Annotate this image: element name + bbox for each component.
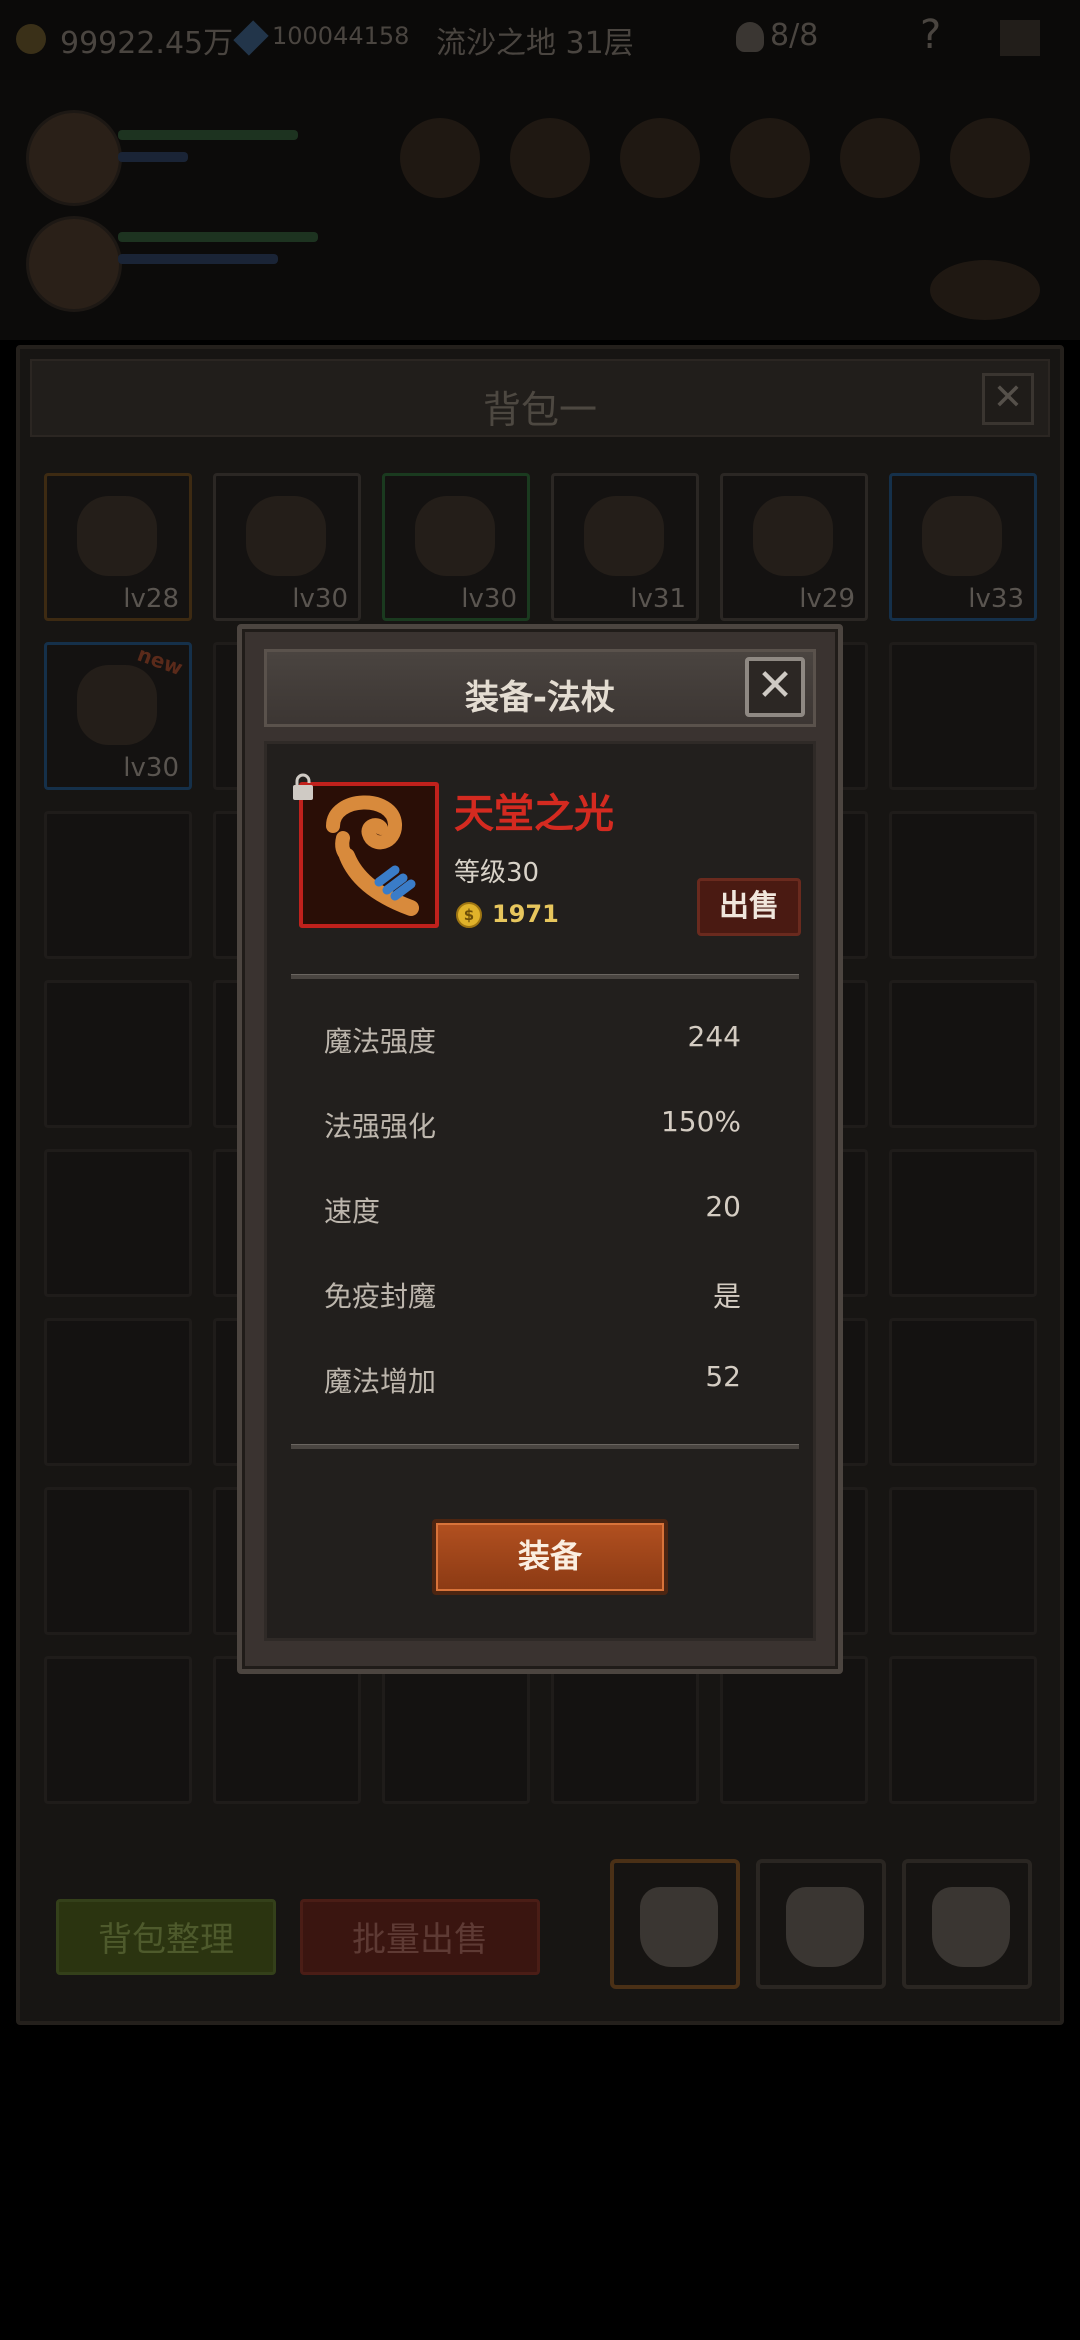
bag-title: 背包一 [482, 388, 597, 432]
bag-pouch-icon [640, 1887, 718, 1967]
team-member-icon[interactable] [840, 118, 920, 198]
hero-strip [0, 80, 1080, 340]
inventory-slot[interactable]: lv28 [44, 473, 192, 621]
bag-tab-3[interactable] [902, 1859, 1032, 1989]
monster-icon [930, 260, 1040, 320]
sort-bag-button[interactable]: 背包整理 [56, 1899, 276, 1975]
item-image [299, 782, 439, 928]
inventory-slot[interactable]: lv30 [382, 473, 530, 621]
inventory-slot[interactable] [720, 1656, 868, 1804]
inventory-slot[interactable] [44, 1487, 192, 1635]
top-bar: 99922.45万 100044158 流沙之地 31层 8/8 ? [0, 0, 1080, 80]
stat-label: 魔法强度 [324, 1025, 437, 1058]
stat-value: 是 [712, 1280, 741, 1313]
inventory-slot[interactable] [889, 642, 1037, 790]
item-level-label: lv31 [630, 584, 686, 614]
team-member-icon[interactable] [620, 118, 700, 198]
inventory-slot[interactable] [44, 980, 192, 1128]
team-member-icon[interactable] [510, 118, 590, 198]
gold-coin-icon [16, 24, 46, 54]
bag-tab-1[interactable] [610, 1859, 740, 1989]
bag-pouch-icon [786, 1887, 864, 1967]
lock-icon[interactable] [291, 772, 315, 802]
item-icon [77, 665, 157, 745]
hero-portrait[interactable] [26, 216, 122, 312]
gem-icon [233, 20, 269, 56]
item-level: 等级30 [454, 858, 540, 888]
inventory-slot[interactable] [889, 1487, 1037, 1635]
help-button[interactable]: ? [920, 12, 941, 58]
bag-pouch-icon [932, 1887, 1010, 1967]
item-level-label: lv33 [968, 584, 1024, 614]
stat-label: 法强强化 [324, 1110, 437, 1143]
hero-portrait[interactable] [26, 110, 122, 206]
equipment-modal: 装备-法杖 ✕ 天堂之光 等级30 $ 1971 出售 魔法强度 244 法强强化 1… [237, 624, 843, 1674]
divider [291, 1444, 799, 1449]
stat-value: 20 [705, 1190, 741, 1223]
item-level-label: lv30 [123, 753, 179, 783]
divider [291, 974, 799, 979]
modal-header: 装备-法杖 ✕ [264, 649, 816, 727]
skull-count: 8/8 [770, 18, 819, 53]
inventory-slot[interactable] [382, 1656, 530, 1804]
stat-label: 速度 [324, 1195, 381, 1228]
inventory-slot[interactable] [889, 1318, 1037, 1466]
inventory-slot[interactable] [213, 1656, 361, 1804]
item-level-label: lv29 [799, 584, 855, 614]
gift-icon[interactable] [1000, 20, 1040, 56]
item-icon [77, 496, 157, 576]
modal-title: 装备-法杖 [464, 678, 616, 718]
gold-coin-icon: $ [456, 902, 482, 928]
skull-icon [736, 22, 764, 52]
equip-button[interactable]: 装备 [432, 1519, 668, 1595]
inventory-slot[interactable]: lv31 [551, 473, 699, 621]
inventory-slot[interactable] [551, 1656, 699, 1804]
modal-body: 天堂之光 等级30 $ 1971 出售 魔法强度 244 法强强化 150% 速度 20 免… [264, 741, 816, 1641]
bag-tab-2[interactable] [756, 1859, 886, 1989]
inventory-slot[interactable] [889, 1149, 1037, 1297]
item-level-label: lv30 [292, 584, 348, 614]
hero-mana-bar [118, 254, 278, 264]
inventory-slot[interactable]: lv30 new [44, 642, 192, 790]
stat-value: 52 [705, 1360, 741, 1393]
item-level-label: lv30 [461, 584, 517, 614]
team-member-icon[interactable] [400, 118, 480, 198]
gold-amount: 99922.45万 [60, 26, 234, 61]
hero-mana-bar [118, 152, 188, 162]
hero-health-bar [118, 232, 318, 242]
inventory-slot[interactable] [44, 811, 192, 959]
floor-label: 流沙之地 31层 [436, 26, 634, 61]
inventory-slot[interactable] [889, 1656, 1037, 1804]
team-member-icon[interactable] [950, 118, 1030, 198]
bulk-sell-button[interactable]: 批量出售 [300, 1899, 540, 1975]
inventory-slot[interactable]: lv33 [889, 473, 1037, 621]
stat-value: 244 [687, 1020, 741, 1053]
item-level-label: lv28 [123, 584, 179, 614]
inventory-slot[interactable]: lv30 [213, 473, 361, 621]
item-icon [922, 496, 1002, 576]
item-icon [246, 496, 326, 576]
stat-label: 魔法增加 [324, 1365, 437, 1398]
item-price: 1971 [492, 900, 559, 928]
item-icon [415, 496, 495, 576]
bag-header: 背包一 ✕ [30, 359, 1050, 437]
gem-amount: 100044158 [272, 22, 410, 50]
stat-value: 150% [660, 1105, 741, 1138]
sell-button[interactable]: 出售 [697, 878, 801, 936]
staff-icon [303, 786, 435, 924]
inventory-slot[interactable] [44, 1318, 192, 1466]
inventory-slot[interactable] [889, 811, 1037, 959]
item-icon [584, 496, 664, 576]
modal-close-button[interactable]: ✕ [745, 657, 805, 717]
team-member-icon[interactable] [730, 118, 810, 198]
item-icon [753, 496, 833, 576]
stat-label: 免疫封魔 [324, 1280, 437, 1313]
hero-health-bar [118, 130, 298, 140]
bag-close-button[interactable]: ✕ [982, 373, 1034, 425]
inventory-slot[interactable] [44, 1656, 192, 1804]
inventory-slot[interactable] [889, 980, 1037, 1128]
inventory-slot[interactable] [44, 1149, 192, 1297]
item-name: 天堂之光 [454, 791, 614, 837]
inventory-slot[interactable]: lv29 [720, 473, 868, 621]
